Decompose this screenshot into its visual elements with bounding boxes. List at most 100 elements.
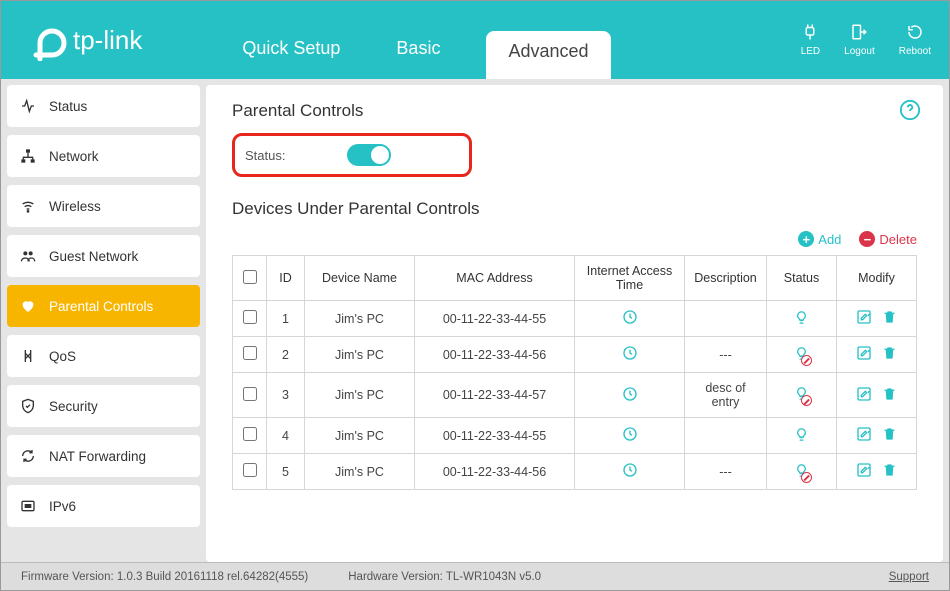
cell-description: [685, 301, 767, 337]
cell-id: 5: [267, 454, 305, 490]
help-icon[interactable]: [899, 99, 921, 126]
logout-button[interactable]: Logout: [844, 23, 875, 57]
trash-icon[interactable]: [882, 345, 897, 364]
plus-icon: +: [798, 231, 814, 247]
table-row: 1Jim's PC00-11-22-33-44-55: [233, 301, 917, 337]
header: tp-link Quick Setup Basic Advanced LED L…: [1, 1, 949, 79]
row-checkbox[interactable]: [243, 463, 257, 477]
row-checkbox[interactable]: [243, 310, 257, 324]
bulb-icon: [794, 386, 809, 404]
reboot-icon: [899, 23, 931, 44]
row-checkbox[interactable]: [243, 427, 257, 441]
nat-icon: [19, 448, 37, 464]
trash-icon[interactable]: [882, 309, 897, 328]
bulb-icon: [794, 346, 809, 364]
sidebar-item-wireless[interactable]: Wireless: [7, 185, 200, 227]
brand-logo: tp-link: [25, 19, 142, 61]
cell-status[interactable]: [767, 454, 837, 490]
add-button[interactable]: + Add: [798, 231, 841, 247]
status-highlight-box: Status:: [232, 133, 472, 177]
add-label: Add: [818, 232, 841, 247]
sidebar-item-status[interactable]: Status: [7, 85, 200, 127]
sidebar-item-label: Network: [49, 149, 99, 164]
delete-button[interactable]: − Delete: [859, 231, 917, 247]
tab-quick-setup[interactable]: Quick Setup: [232, 27, 350, 79]
guests-icon: [19, 248, 37, 264]
cell-description: ---: [685, 454, 767, 490]
status-label: Status:: [245, 148, 285, 163]
cell-modify: [837, 454, 917, 490]
reboot-button[interactable]: Reboot: [899, 23, 931, 57]
cell-access-time[interactable]: [575, 418, 685, 454]
col-device-name: Device Name: [305, 256, 415, 301]
sidebar-item-security[interactable]: Security: [7, 385, 200, 427]
sidebar-item-label: IPv6: [49, 499, 76, 514]
logout-label: Logout: [844, 46, 875, 57]
bulb-icon: [794, 427, 809, 445]
edit-icon[interactable]: [856, 386, 872, 405]
clock-icon: [622, 391, 638, 405]
trash-icon[interactable]: [882, 426, 897, 445]
select-all-checkbox[interactable]: [243, 270, 257, 284]
cell-id: 3: [267, 373, 305, 418]
sidebar-item-ipv6[interactable]: IPv6: [7, 485, 200, 527]
clock-icon: [622, 467, 638, 481]
cell-modify: [837, 301, 917, 337]
led-label: LED: [801, 46, 820, 57]
activity-icon: [19, 98, 37, 114]
col-status: Status: [767, 256, 837, 301]
qos-icon: [19, 348, 37, 364]
bulb-icon: [794, 310, 809, 328]
cell-device-name: Jim's PC: [305, 418, 415, 454]
tab-basic[interactable]: Basic: [386, 27, 450, 79]
sidebar-item-guest-network[interactable]: Guest Network: [7, 235, 200, 277]
col-mac: MAC Address: [415, 256, 575, 301]
trash-icon[interactable]: [882, 386, 897, 405]
edit-icon[interactable]: [856, 462, 872, 481]
led-button[interactable]: LED: [801, 23, 820, 57]
support-link[interactable]: Support: [889, 571, 929, 583]
footer: Firmware Version: 1.0.3 Build 20161118 r…: [1, 562, 949, 590]
trash-icon[interactable]: [882, 462, 897, 481]
cell-description: ---: [685, 337, 767, 373]
plug-icon: [801, 23, 820, 44]
cell-mac: 00-11-22-33-44-55: [415, 418, 575, 454]
table-row: 5Jim's PC00-11-22-33-44-56---: [233, 454, 917, 490]
sidebar-item-parental-controls[interactable]: Parental Controls: [7, 285, 200, 327]
cell-access-time[interactable]: [575, 337, 685, 373]
status-toggle[interactable]: [347, 144, 391, 166]
table-header-row: ID Device Name MAC Address Internet Acce…: [233, 256, 917, 301]
devices-title: Devices Under Parental Controls: [232, 199, 917, 219]
sidebar-item-label: QoS: [49, 349, 76, 364]
delete-label: Delete: [879, 232, 917, 247]
table-row: 3Jim's PC00-11-22-33-44-57desc of entry: [233, 373, 917, 418]
cell-device-name: Jim's PC: [305, 301, 415, 337]
heart-icon: [19, 298, 37, 314]
logout-icon: [844, 23, 875, 44]
cell-access-time[interactable]: [575, 301, 685, 337]
cell-status[interactable]: [767, 301, 837, 337]
sidebar-item-label: NAT Forwarding: [49, 449, 146, 464]
edit-icon[interactable]: [856, 426, 872, 445]
edit-icon[interactable]: [856, 345, 872, 364]
devices-table: ID Device Name MAC Address Internet Acce…: [232, 255, 917, 490]
cell-access-time[interactable]: [575, 373, 685, 418]
firmware-version: Firmware Version: 1.0.3 Build 20161118 r…: [21, 571, 308, 583]
edit-icon[interactable]: [856, 309, 872, 328]
cell-access-time[interactable]: [575, 454, 685, 490]
sidebar-item-label: Parental Controls: [49, 299, 153, 314]
sidebar-item-qos[interactable]: QoS: [7, 335, 200, 377]
row-checkbox[interactable]: [243, 387, 257, 401]
content-panel: Parental Controls Status: Devices Under …: [206, 85, 943, 562]
tab-advanced[interactable]: Advanced: [486, 31, 610, 79]
cell-status[interactable]: [767, 337, 837, 373]
cell-mac: 00-11-22-33-44-56: [415, 337, 575, 373]
sidebar-item-network[interactable]: Network: [7, 135, 200, 177]
cell-modify: [837, 418, 917, 454]
cell-status[interactable]: [767, 373, 837, 418]
cell-status[interactable]: [767, 418, 837, 454]
sidebar-item-nat-forwarding[interactable]: NAT Forwarding: [7, 435, 200, 477]
brand-name: tp-link: [73, 25, 142, 56]
row-checkbox[interactable]: [243, 346, 257, 360]
reboot-label: Reboot: [899, 46, 931, 57]
